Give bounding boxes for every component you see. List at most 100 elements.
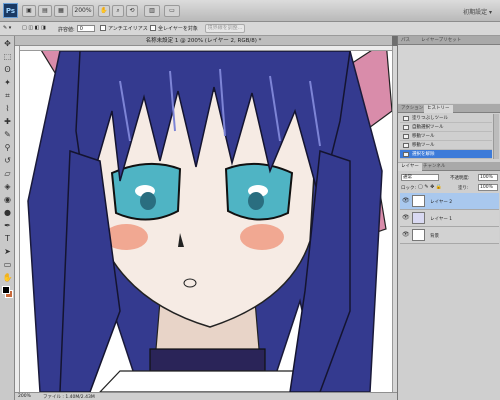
crop-tool-icon[interactable]: ⌗ (2, 90, 13, 101)
layer-thumbnail (412, 229, 425, 241)
current-tool-icon[interactable]: ✎ ▾ (3, 25, 11, 31)
tolerance-input[interactable]: 0 (76, 25, 95, 32)
options-bar: ✎ ▾ □ ◫ ◧ ◨ 許容値: 0 アンチエイリアス 全レイヤーを対象 (0, 22, 500, 36)
zoom-tool-button[interactable]: ⌕ (112, 5, 124, 17)
hand-tool-button[interactable]: ✋ (98, 5, 110, 17)
move-tool-icon[interactable]: ✥ (2, 38, 13, 49)
history-brush-tool-icon[interactable]: ↺ (2, 155, 13, 166)
all-layers-option[interactable]: 全レイヤーを対象 (150, 25, 198, 32)
layer-name: レイヤー 1 (430, 217, 453, 222)
tab-history[interactable]: ヒストリー (424, 105, 453, 113)
document-tab[interactable]: 名称未設定 1 @ 200% (レイヤー 2, RGB/8) * (15, 36, 392, 46)
history-step-icon (403, 125, 409, 130)
layer-row[interactable]: 👁 背景 (400, 227, 499, 244)
arrange-documents-button[interactable]: ▥ (144, 5, 160, 17)
eyedropper-tool-icon[interactable]: ⌇ (2, 103, 13, 114)
opacity-input[interactable]: 100% (478, 174, 498, 181)
layer-row[interactable]: 👁 レイヤー 2 (400, 193, 499, 210)
blend-mode-value: 通常 (403, 175, 412, 180)
screen-mode-button[interactable]: ▭ (164, 5, 180, 17)
history-panel-tabs: アクション ヒストリー (398, 104, 500, 113)
tab-paths[interactable]: パス (398, 37, 413, 45)
paths-panel-tabs: パス レイヤープリセット (398, 36, 500, 45)
history-item[interactable]: 移動ツール (400, 141, 492, 150)
history-item[interactable]: 塗りつぶしツール (400, 114, 492, 123)
antialias-option[interactable]: アンチエイリアス (100, 25, 148, 32)
blend-mode-select[interactable]: 通常 (401, 174, 439, 181)
photoshop-logo: Ps (3, 3, 18, 18)
opacity-value: 100% (480, 175, 493, 180)
document-canvas[interactable] (20, 51, 392, 392)
layer-name: レイヤー 2 (430, 200, 453, 205)
tolerance-label: 許容値: (58, 27, 75, 33)
history-item-label: 移動ツール (412, 134, 435, 139)
shape-tool-icon[interactable]: ▭ (2, 259, 13, 270)
history-item-selected[interactable]: 選択を解除 (400, 150, 492, 159)
history-item-label: 自動選択ツール (412, 125, 444, 130)
history-item[interactable]: 移動ツール (400, 132, 492, 141)
tolerance-control: 許容値: 0 (58, 25, 95, 33)
opacity-label: 不透明度: (450, 176, 470, 181)
type-tool-icon[interactable]: T (2, 233, 13, 244)
history-item[interactable]: 自動選択ツール (400, 123, 492, 132)
lasso-tool-icon[interactable]: ʘ (2, 64, 13, 75)
tab-layers[interactable]: レイヤー (398, 163, 422, 171)
tools-panel: ✥ ⬚ ʘ ✦ ⌗ ⌇ ✚ ✎ ⚲ ↺ ▱ ◈ ◉ ● ✒ T ➤ ▭ ✋ ⌕ (0, 36, 15, 400)
anime-girl-illustration (20, 51, 392, 392)
eye-icon[interactable]: 👁 (402, 214, 410, 222)
tolerance-value: 0 (79, 26, 83, 32)
hand-tool-icon[interactable]: ✋ (2, 272, 13, 283)
eye-icon[interactable]: 👁 (402, 197, 410, 205)
history-item-label: 塗りつぶしツール (412, 116, 449, 121)
tab-actions[interactable]: アクション (398, 105, 426, 113)
lock-label: ロック: (401, 186, 417, 191)
workspace-switcher[interactable]: 初期設定 ▾ (463, 7, 492, 16)
dodge-tool-icon[interactable]: ● (2, 207, 13, 218)
bridge-button[interactable]: ▣ (22, 5, 36, 17)
pen-tool-icon[interactable]: ✒ (2, 220, 13, 231)
fill-input[interactable]: 100% (478, 184, 498, 191)
eye-icon[interactable]: 👁 (402, 231, 410, 239)
lock-icons[interactable]: ▢ ✎ ✥ 🔒 (418, 184, 442, 190)
paths-panel-body (398, 45, 500, 103)
layer-thumbnail (412, 195, 425, 207)
layer-name: 背景 (430, 234, 439, 239)
fill-value: 100% (480, 185, 493, 190)
refine-edge-button[interactable]: 境界線を調整... (205, 24, 245, 33)
path-selection-tool-icon[interactable]: ➤ (2, 246, 13, 257)
magic-wand-tool-icon[interactable]: ✦ (2, 77, 13, 88)
history-item-label: 移動ツール (412, 143, 435, 148)
antialias-checkbox[interactable] (100, 25, 106, 31)
blur-tool-icon[interactable]: ◉ (2, 194, 13, 205)
rotate-view-button[interactable]: ⟲ (126, 5, 138, 17)
history-step-icon (403, 134, 409, 139)
mini-bridge-button[interactable]: ▤ (38, 5, 52, 17)
layers-panel-tabs: レイヤー チャンネル (398, 162, 500, 171)
all-layers-label: 全レイヤーを対象 (158, 26, 198, 32)
status-file-info[interactable]: ファイル : 1.40M/2.43M (43, 394, 95, 400)
zoom-level-value: 200% (74, 7, 92, 14)
eraser-tool-icon[interactable]: ▱ (2, 168, 13, 179)
history-scrollbar[interactable] (493, 114, 499, 159)
history-step-icon (403, 152, 409, 157)
antialias-label: アンチエイリアス (108, 26, 148, 32)
view-extras-button[interactable]: ▦ (54, 5, 68, 17)
tab-layer-presets[interactable]: レイヤープリセット (418, 37, 464, 45)
selection-mode-icons[interactable]: □ ◫ ◧ ◨ (22, 25, 46, 31)
layer-row[interactable]: 👁 レイヤー 1 (400, 210, 499, 227)
tab-channels[interactable]: チャンネル (420, 163, 448, 171)
fill-label: 塗り: (458, 186, 469, 191)
history-item-label: 選択を解除 (412, 152, 435, 157)
paint-bucket-tool-icon[interactable]: ◈ (2, 181, 13, 192)
clone-stamp-tool-icon[interactable]: ⚲ (2, 142, 13, 153)
status-bar: 200% ファイル : 1.40M/2.43M (15, 392, 397, 400)
marquee-tool-icon[interactable]: ⬚ (2, 51, 13, 62)
all-layers-checkbox[interactable] (150, 25, 156, 31)
status-zoom[interactable]: 200% (18, 394, 31, 399)
history-step-icon (403, 116, 409, 121)
foreground-color-swatch[interactable] (2, 286, 10, 294)
zoom-level-select[interactable]: 200% (72, 5, 94, 17)
layer-thumbnail (412, 212, 425, 224)
healing-brush-tool-icon[interactable]: ✚ (2, 116, 13, 127)
brush-tool-icon[interactable]: ✎ (2, 129, 13, 140)
